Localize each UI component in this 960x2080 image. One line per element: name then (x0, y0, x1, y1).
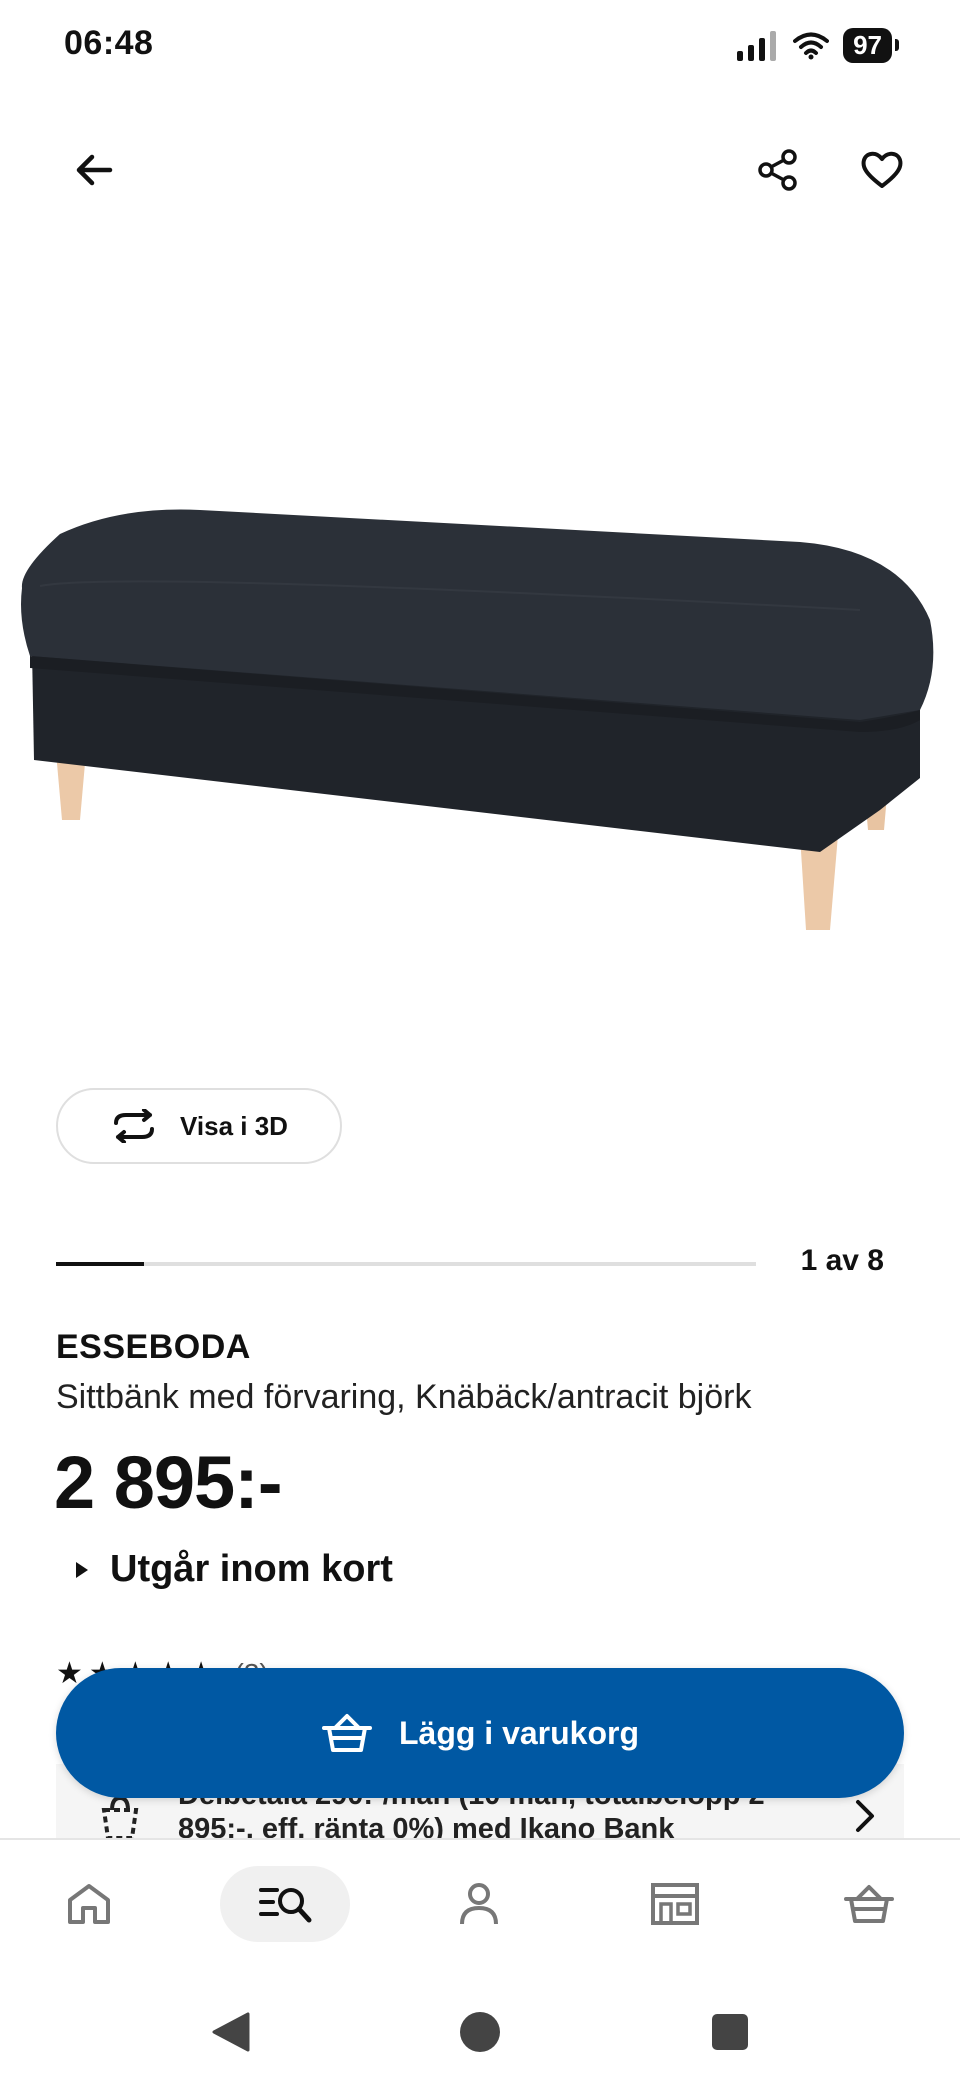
product-description: Sittbänk med förvaring, Knäbäck/antracit… (56, 1378, 752, 1416)
arrow-left-icon (76, 154, 113, 186)
bottom-nav (0, 1838, 960, 1968)
installment-icon (101, 1795, 139, 1840)
battery-indicator: 97 (843, 28, 899, 63)
heart-icon (861, 151, 903, 188)
nav-cart[interactable] (804, 1866, 934, 1942)
nav-search[interactable] (220, 1866, 350, 1942)
product-name: ESSEBODA (56, 1328, 251, 1366)
system-back-button[interactable] (200, 2002, 260, 2062)
system-home-button[interactable] (450, 2002, 510, 2062)
product-price: 2 895:- (54, 1441, 282, 1524)
share-icon (758, 149, 797, 191)
square-recents-icon (712, 2014, 748, 2050)
circle-home-icon (460, 2012, 500, 2052)
view-3d-button[interactable]: Visa i 3D (56, 1088, 342, 1164)
status-icons: 97 (737, 28, 899, 63)
cart-icon (844, 1885, 894, 1923)
basket-icon (321, 1714, 372, 1752)
system-recents-button[interactable] (700, 2002, 760, 2062)
status-bar: 06:48 97 (0, 0, 960, 100)
signal-icon (737, 30, 777, 61)
nav-store[interactable] (610, 1866, 740, 1942)
rotate-3d-icon (114, 1109, 155, 1143)
gallery-counter: 1 av 8 (800, 1244, 884, 1277)
chevron-right-icon (856, 1800, 874, 1832)
gallery-progress-fill (56, 1262, 144, 1266)
status-time: 06:48 (64, 24, 154, 62)
store-icon (651, 1883, 699, 1925)
wifi-icon (793, 32, 830, 59)
add-to-cart-button[interactable]: Lägg i varukorg (56, 1668, 904, 1798)
back-button[interactable] (54, 130, 134, 210)
product-image[interactable] (0, 470, 960, 950)
add-to-cart-label: Lägg i varukorg (398, 1714, 640, 1751)
favorite-button[interactable] (842, 130, 922, 210)
home-icon (68, 1884, 110, 1924)
gallery-progress (56, 1262, 756, 1266)
share-button[interactable] (738, 130, 818, 210)
search-list-icon (259, 1888, 312, 1923)
stock-status[interactable]: Utgår inom kort (74, 1548, 393, 1591)
top-bar (0, 130, 960, 210)
nav-home[interactable] (24, 1866, 154, 1942)
nav-profile[interactable] (414, 1866, 544, 1942)
stock-status-label: Utgår inom kort (110, 1548, 393, 1590)
caret-right-icon (76, 1561, 88, 1578)
system-nav (0, 1968, 960, 2080)
view-3d-label: Visa i 3D (180, 1110, 288, 1141)
profile-icon (460, 1883, 498, 1925)
triangle-back-icon (212, 2012, 250, 2052)
